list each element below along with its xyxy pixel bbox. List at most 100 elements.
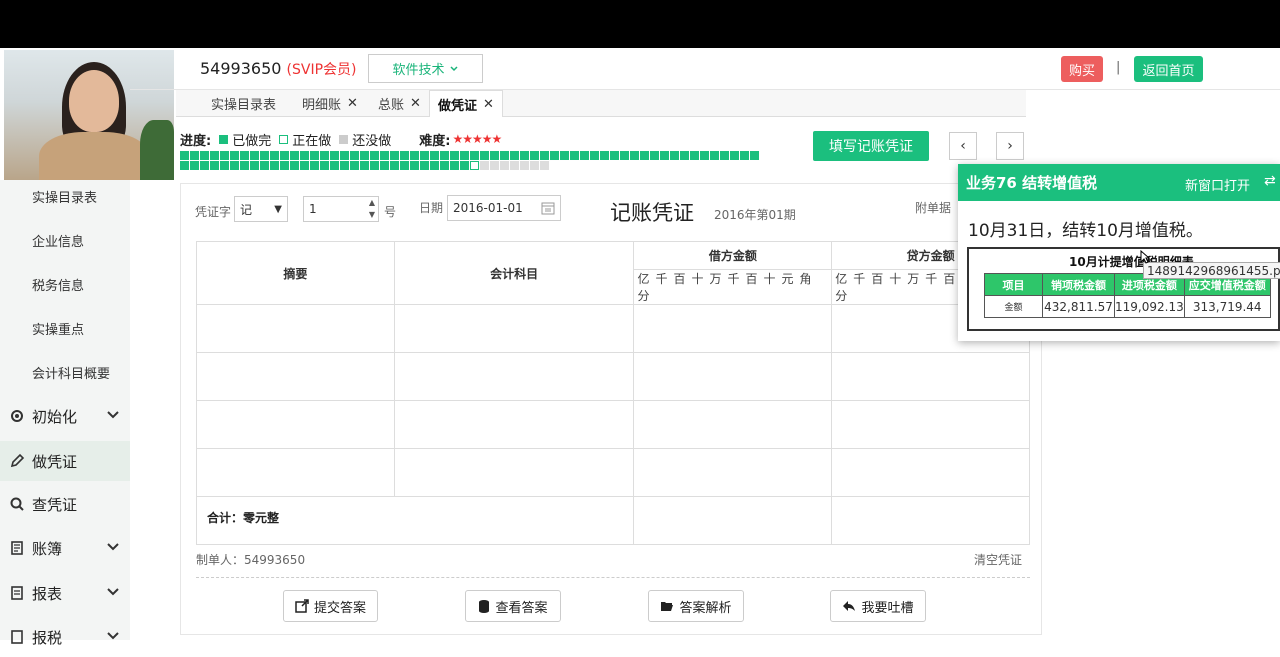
voucher-number-stepper[interactable]: 1 ▲ ▼: [303, 196, 379, 222]
sidebar-group-reports[interactable]: 报表: [0, 573, 130, 613]
progress-cell-done[interactable]: [690, 151, 699, 160]
progress-cell-done[interactable]: [250, 161, 259, 170]
progress-cell-done[interactable]: [330, 151, 339, 160]
progress-cell-done[interactable]: [320, 161, 329, 170]
progress-cell-done[interactable]: [400, 161, 409, 170]
progress-cell-done[interactable]: [460, 151, 469, 160]
sidebar-item-tax-info[interactable]: 税务信息: [32, 275, 84, 294]
credit-cell[interactable]: [831, 352, 1030, 401]
progress-cell-done[interactable]: [410, 161, 419, 170]
progress-cell-done[interactable]: [210, 151, 219, 160]
progress-cell-done[interactable]: [670, 151, 679, 160]
sidebar-group-query[interactable]: 查凭证: [0, 484, 130, 524]
progress-cell-done[interactable]: [420, 151, 429, 160]
progress-cell-done[interactable]: [540, 151, 549, 160]
progress-cell-done[interactable]: [530, 151, 539, 160]
progress-cell-done[interactable]: [300, 161, 309, 170]
progress-cell-done[interactable]: [340, 151, 349, 160]
progress-cell-done[interactable]: [300, 151, 309, 160]
progress-cell-done[interactable]: [610, 151, 619, 160]
progress-cell-done[interactable]: [600, 151, 609, 160]
progress-cell-done[interactable]: [680, 151, 689, 160]
progress-cell-done[interactable]: [450, 151, 459, 160]
attachment-image[interactable]: 10月计提增值税明细表 项目 销项税金额 进项税金额 应交增值税金额 金额 43…: [967, 247, 1280, 331]
progress-cell-done[interactable]: [570, 151, 579, 160]
sidebar-item-key-points[interactable]: 实操重点: [32, 319, 84, 338]
progress-cell-done[interactable]: [270, 151, 279, 160]
debit-cell[interactable]: [633, 448, 833, 497]
progress-cell-done[interactable]: [310, 161, 319, 170]
tech-dropdown[interactable]: 软件技术: [368, 54, 483, 83]
progress-cell-done[interactable]: [290, 161, 299, 170]
sidebar-group-init[interactable]: 初始化: [0, 396, 130, 436]
progress-cell-done[interactable]: [750, 151, 759, 160]
fill-voucher-button[interactable]: 填写记账凭证: [813, 131, 929, 161]
calendar-icon[interactable]: [541, 201, 555, 215]
progress-cell-done[interactable]: [470, 151, 479, 160]
account-cell[interactable]: [393, 448, 635, 497]
voucher-type-select[interactable]: 记 ▼: [234, 196, 288, 222]
progress-cell-done[interactable]: [240, 161, 249, 170]
progress-cell-todo[interactable]: [530, 161, 539, 170]
progress-cell-done[interactable]: [200, 161, 209, 170]
progress-cell-done[interactable]: [260, 161, 269, 170]
sidebar-group-voucher[interactable]: 做凭证: [0, 441, 130, 481]
progress-cell-done[interactable]: [220, 161, 229, 170]
progress-cell-todo[interactable]: [490, 161, 499, 170]
progress-cell-todo[interactable]: [510, 161, 519, 170]
buy-button[interactable]: 购买: [1061, 56, 1103, 82]
close-icon[interactable]: ✕: [347, 96, 358, 111]
sidebar-group-ledger[interactable]: 账簿: [0, 528, 130, 568]
progress-cell-todo[interactable]: [500, 161, 509, 170]
tab-general-ledger[interactable]: 总账 ✕: [378, 90, 421, 117]
progress-cell-done[interactable]: [180, 161, 189, 170]
progress-cell-done[interactable]: [370, 151, 379, 160]
progress-cell-done[interactable]: [290, 151, 299, 160]
progress-cell-done[interactable]: [720, 151, 729, 160]
progress-cell-done[interactable]: [420, 161, 429, 170]
view-answer-button[interactable]: 查看答案: [465, 590, 561, 622]
progress-cell-done[interactable]: [360, 161, 369, 170]
progress-cell-done[interactable]: [280, 151, 289, 160]
answer-analysis-button[interactable]: 答案解析: [648, 590, 744, 622]
date-input[interactable]: 2016-01-01: [447, 195, 561, 221]
progress-cell-done[interactable]: [230, 161, 239, 170]
sidebar-item-account-overview[interactable]: 会计科目概要: [32, 363, 110, 382]
progress-cell-done[interactable]: [580, 151, 589, 160]
close-icon[interactable]: ✕: [410, 96, 421, 111]
tab-detail-ledger[interactable]: 明细账 ✕: [302, 90, 358, 117]
progress-cell-done[interactable]: [660, 151, 669, 160]
sidebar-group-tax[interactable]: 报税: [0, 617, 130, 657]
open-new-window-link[interactable]: 新窗口打开: [1185, 175, 1250, 194]
progress-cell-done[interactable]: [210, 161, 219, 170]
progress-cell-done[interactable]: [400, 151, 409, 160]
debit-cell[interactable]: [633, 304, 833, 353]
progress-cell-done[interactable]: [430, 151, 439, 160]
progress-cell-done[interactable]: [370, 161, 379, 170]
progress-cell-done[interactable]: [490, 151, 499, 160]
progress-cell-done[interactable]: [480, 151, 489, 160]
progress-cell-done[interactable]: [280, 161, 289, 170]
progress-cell-done[interactable]: [180, 151, 189, 160]
credit-cell[interactable]: [831, 448, 1030, 497]
progress-cell-done[interactable]: [310, 151, 319, 160]
progress-cell-done[interactable]: [350, 151, 359, 160]
progress-cell-done[interactable]: [390, 151, 399, 160]
summary-cell[interactable]: [196, 304, 395, 353]
progress-cell-done[interactable]: [460, 161, 469, 170]
progress-cell-done[interactable]: [390, 161, 399, 170]
credit-cell[interactable]: [831, 400, 1030, 449]
progress-cell-done[interactable]: [260, 151, 269, 160]
debit-cell[interactable]: [633, 352, 833, 401]
progress-cell-done[interactable]: [250, 151, 259, 160]
progress-cell-done[interactable]: [200, 151, 209, 160]
progress-cell-todo[interactable]: [540, 161, 549, 170]
progress-cell-done[interactable]: [190, 151, 199, 160]
progress-cell-done[interactable]: [430, 161, 439, 170]
summary-cell[interactable]: [196, 448, 395, 497]
progress-cell-done[interactable]: [190, 161, 199, 170]
progress-cell-done[interactable]: [350, 161, 359, 170]
progress-cell-done[interactable]: [740, 151, 749, 160]
progress-cell-todo[interactable]: [480, 161, 489, 170]
progress-cell-done[interactable]: [630, 151, 639, 160]
